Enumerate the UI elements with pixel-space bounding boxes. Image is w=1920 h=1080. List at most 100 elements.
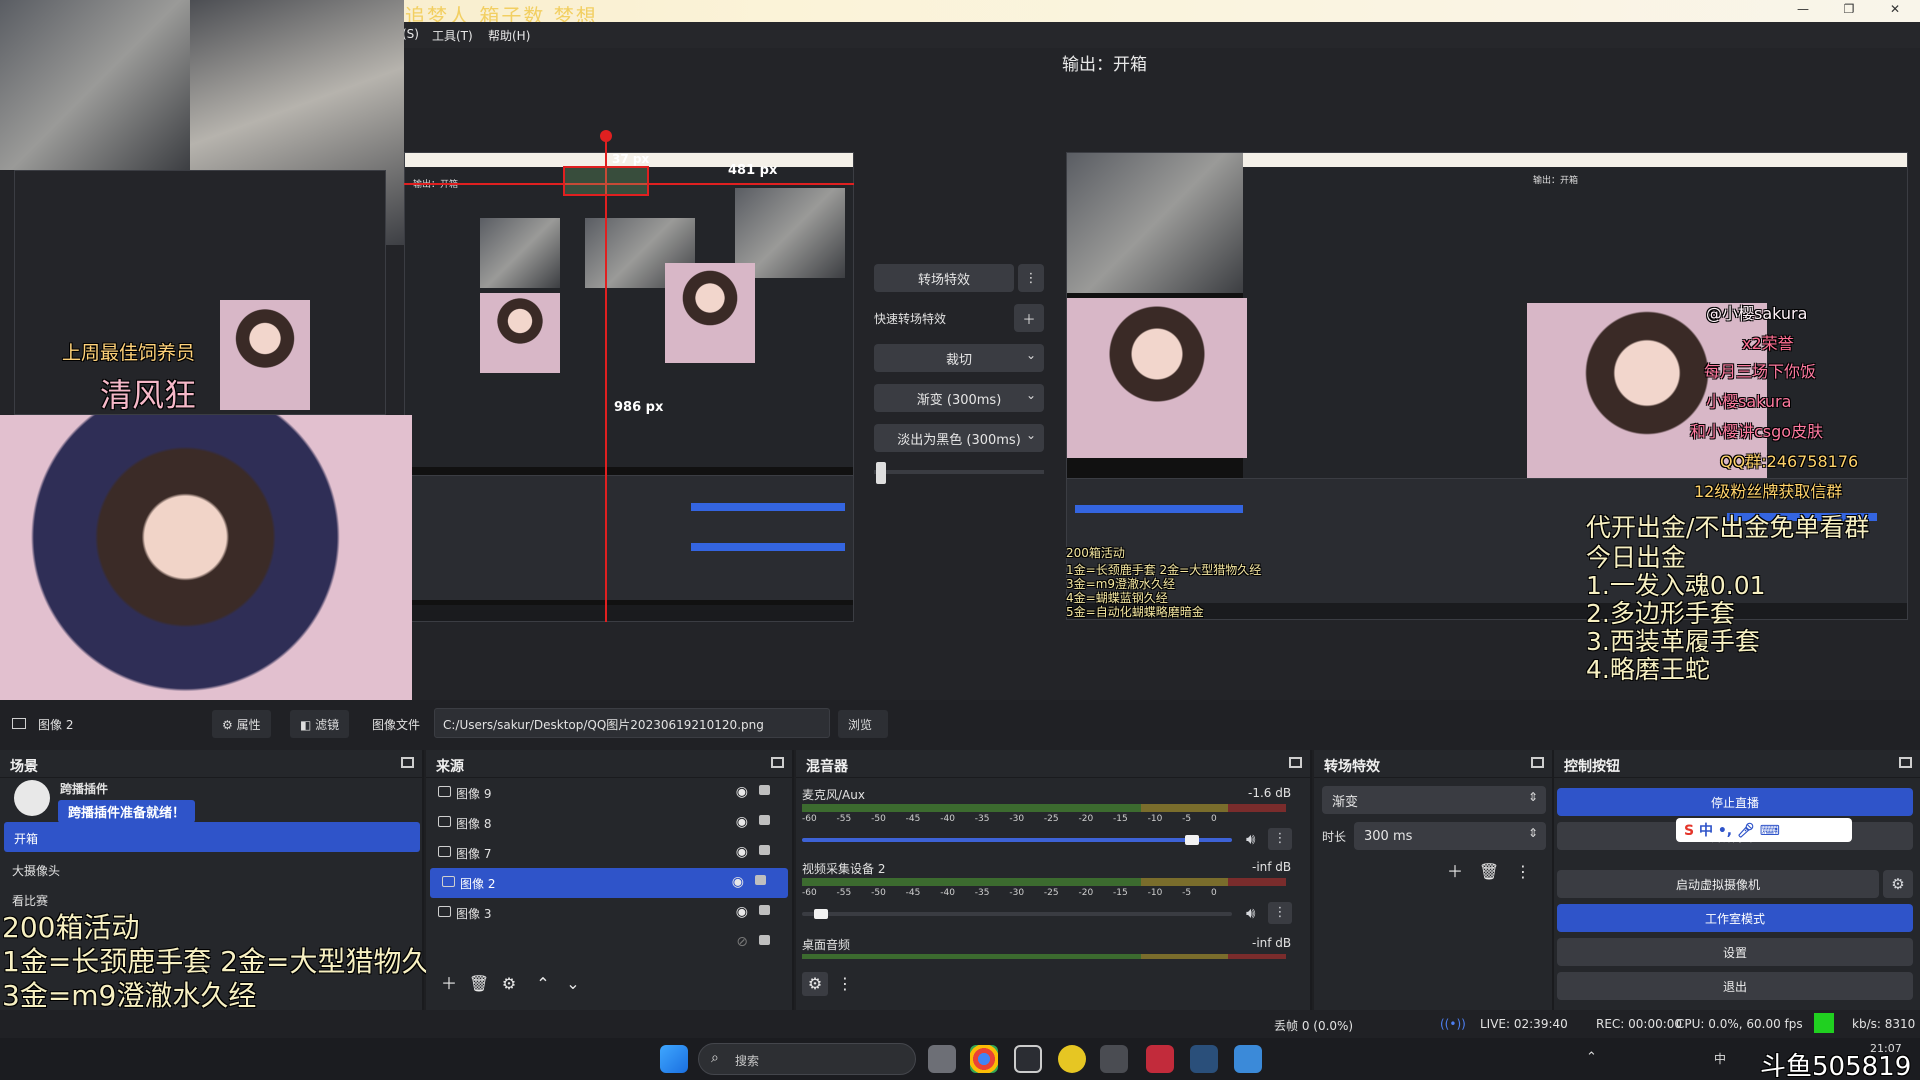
app-icon[interactable] — [1058, 1045, 1086, 1073]
source-item[interactable]: 图像 9 ◉ — [426, 778, 792, 808]
more-icon[interactable]: ⋮ — [1510, 860, 1536, 884]
source-item[interactable]: 图像 8 ◉ — [426, 808, 792, 838]
lock-icon[interactable] — [759, 935, 770, 945]
transition-more-icon[interactable]: ⋮ — [1018, 264, 1044, 292]
minimize-icon[interactable]: — — [1788, 2, 1818, 20]
transition-select[interactable]: 渐变 ⇕ — [1322, 786, 1546, 814]
menu-item-help[interactable]: 帮助(H) — [488, 27, 530, 44]
add-quick-transition-icon[interactable]: ＋ — [1014, 304, 1044, 332]
source-item[interactable]: ⊘ — [426, 928, 792, 958]
social-line: @小樱sakura — [1706, 304, 1808, 323]
app-icon[interactable] — [1146, 1045, 1174, 1073]
ime-toolbar[interactable]: S 中 •, 🎤︎ ⌨︎ — [1676, 818, 1852, 842]
mixer-title: 混音器 — [806, 759, 848, 775]
viewer-id-overlay: 斗鱼505819 — [1760, 1052, 1912, 1080]
menu-item-scene[interactable]: (S) — [402, 27, 419, 41]
tray-lang[interactable]: 中 — [1714, 1050, 1726, 1067]
source-item[interactable]: 图像 7 ◉ — [426, 838, 792, 868]
menu-item-tools[interactable]: 工具(T) — [432, 27, 473, 44]
lock-icon[interactable] — [759, 785, 770, 795]
duration-field[interactable]: 300 ms ⇕ — [1354, 822, 1546, 850]
exit-button[interactable]: 退出 — [1557, 972, 1913, 1000]
popout-icon[interactable] — [401, 757, 414, 768]
sources-dock: 来源 图像 9 ◉ 图像 8 ◉ 图像 7 ◉ 图像 2 ◉ 图像 3 ◉ ⊘ ＋ 🗑 ⚙… — [426, 750, 794, 1010]
properties-button[interactable]: ⚙ 属性 — [212, 710, 271, 738]
speaker-icon[interactable]: 🔊︎ — [1246, 904, 1255, 922]
transition-button[interactable]: 转场特效 — [874, 264, 1014, 292]
tray-chevron-icon[interactable]: ⌃ — [1586, 1050, 1597, 1065]
popout-icon[interactable] — [1899, 757, 1912, 768]
speaker-icon[interactable]: 🔊︎ — [1246, 830, 1255, 848]
browse-button[interactable]: 浏览 — [838, 710, 888, 738]
studio-mode-button[interactable]: 工作室模式 — [1557, 904, 1913, 932]
t-bar-handle[interactable] — [876, 462, 886, 484]
transition-cut-select[interactable]: 裁切 ⌄ — [874, 344, 1044, 372]
close-icon[interactable]: ✕ — [1880, 2, 1910, 20]
task-view-icon[interactable] — [928, 1045, 956, 1073]
sponsor-name: 清风狂 — [100, 376, 197, 414]
gear-icon[interactable]: ⚙ — [1883, 870, 1913, 898]
lock-icon[interactable] — [759, 905, 770, 915]
game-icon[interactable] — [1100, 1045, 1128, 1073]
spin-icon: ⇕ — [1527, 826, 1538, 840]
taskbar — [0, 1038, 1920, 1080]
popout-icon[interactable] — [771, 757, 784, 768]
prog-webcam — [1067, 298, 1247, 458]
eye-icon[interactable]: ◉ — [736, 784, 748, 800]
lock-icon[interactable] — [755, 875, 766, 885]
stop-streaming-button[interactable]: 停止直播 — [1557, 788, 1913, 816]
lock-icon[interactable] — [759, 845, 770, 855]
lock-icon[interactable] — [759, 815, 770, 825]
taskbar-search[interactable]: ⌕ 搜索 — [698, 1043, 916, 1075]
mixer-dock: 混音器 麦克风/Aux -1.6 dB -60 -55 -50 -45 -40 … — [796, 750, 1312, 1010]
preview-canvas[interactable]: 输出：开箱 — [404, 152, 854, 622]
scene-item-kaixiang[interactable]: 开箱 — [4, 822, 420, 852]
steam-icon[interactable] — [1190, 1045, 1218, 1073]
app-icon[interactable] — [1234, 1045, 1262, 1073]
ime-tools-icon: •, 🎤︎ ⌨︎ — [1712, 823, 1780, 839]
live-time: LIVE: 02:39:40 — [1480, 1017, 1568, 1031]
eye-icon[interactable]: ◉ — [736, 814, 748, 830]
scene-item-camera[interactable]: 大摄像头 — [12, 862, 60, 879]
volume-meter — [802, 878, 1286, 886]
advanced-audio-gear-icon[interactable]: ⚙ — [802, 972, 828, 996]
volume-slider[interactable] — [802, 838, 1232, 842]
eye-hidden-icon[interactable]: ⊘ — [736, 934, 748, 950]
obs-icon[interactable] — [1014, 1045, 1042, 1073]
popout-icon[interactable] — [1289, 757, 1302, 768]
move-down-icon[interactable]: ⌄ — [560, 972, 586, 996]
volume-slider[interactable] — [802, 912, 1232, 916]
gear-icon[interactable]: ⚙ — [496, 972, 522, 996]
file-path-field[interactable]: C:/Users/sakur/Desktop/QQ图片2023061921012… — [434, 708, 830, 738]
eye-icon[interactable]: ◉ — [736, 844, 748, 860]
volume-slider-thumb[interactable] — [814, 909, 829, 919]
add-transition-icon[interactable]: ＋ — [1442, 860, 1468, 884]
trash-icon[interactable]: 🗑 — [466, 972, 492, 996]
eye-icon[interactable]: ◉ — [736, 904, 748, 920]
selected-source-bbox[interactable] — [563, 166, 649, 196]
trash-icon[interactable]: 🗑 — [1476, 860, 1502, 884]
settings-button[interactable]: 设置 — [1557, 938, 1913, 966]
filters-button[interactable]: ◧ 滤镜 — [290, 710, 350, 738]
mixer-channel-db: -inf dB — [1252, 936, 1292, 950]
eye-icon[interactable]: ◉ — [732, 874, 744, 890]
more-icon[interactable]: ⋮ — [1268, 902, 1292, 924]
add-source-icon[interactable]: ＋ — [436, 972, 462, 996]
nested-preview — [14, 170, 386, 415]
rotate-handle[interactable] — [600, 130, 612, 142]
more-icon[interactable]: ⋮ — [832, 972, 858, 996]
chrome-icon[interactable] — [970, 1045, 998, 1073]
source-item[interactable]: 图像 3 ◉ — [426, 898, 792, 928]
move-up-icon[interactable]: ⌃ — [530, 972, 556, 996]
mixer-channel-db: -1.6 dB — [1248, 786, 1292, 800]
mixer-dock-header: 混音器 — [796, 750, 1310, 778]
more-icon[interactable]: ⋮ — [1268, 828, 1292, 850]
source-item-selected[interactable]: 图像 2 ◉ — [430, 868, 788, 898]
transition-fade-select[interactable]: 渐变 (300ms) ⌄ — [874, 384, 1044, 412]
windows-start-icon[interactable] — [660, 1045, 688, 1073]
popout-icon[interactable] — [1531, 757, 1544, 768]
transition-black-select[interactable]: 淡出为黑色 (300ms) ⌄ — [874, 424, 1044, 452]
virtual-camera-button[interactable]: 启动虚拟摄像机 — [1557, 870, 1879, 898]
maximize-icon[interactable]: ❐ — [1834, 2, 1864, 20]
volume-slider-thumb[interactable] — [1184, 835, 1199, 845]
